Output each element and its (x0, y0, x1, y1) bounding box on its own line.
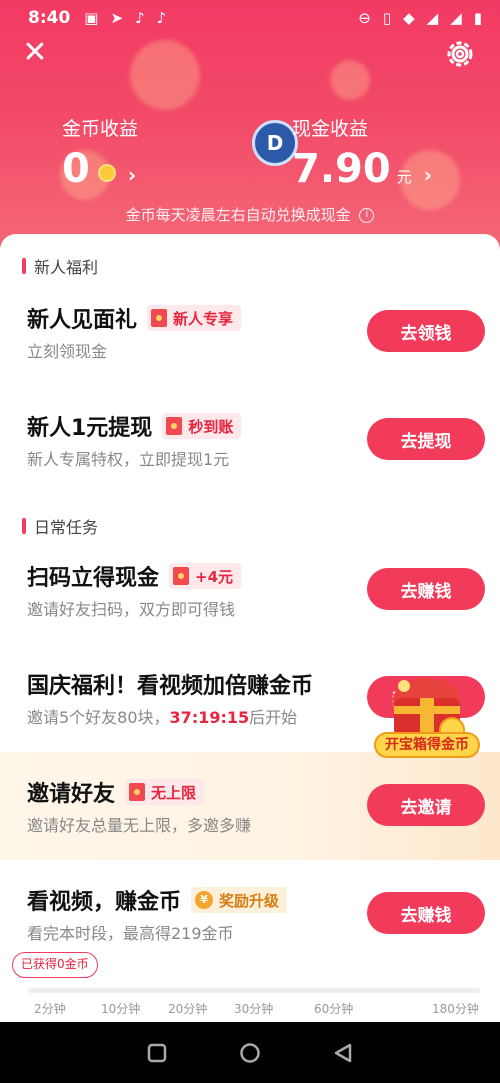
task-title-text: 看视频，赚金币 (27, 890, 182, 915)
task-subtitle: 邀请好友总量无上限，多邀多赚 (27, 816, 252, 835)
signal-icon: ◢ (450, 9, 462, 27)
list-item: 邀请好友 无上限 邀请好友总量无上限，多邀多赚 去邀请 (0, 776, 500, 876)
red-envelope-icon (166, 417, 183, 435)
navigation-icon: ➤ (110, 9, 124, 27)
section-title-daily: 日常任务 (22, 514, 98, 538)
section-title-text: 新人福利 (34, 258, 99, 277)
task-subtitle: 新人专属特权，立即提现1元 (27, 450, 230, 469)
video-progress: 已获得0金币 2分钟 10分钟 20分钟 30分钟 60分钟 180分钟 (0, 944, 500, 1022)
withdraw-button[interactable]: 去提现 (367, 418, 485, 460)
task-subtitle: 立刻领现金 (27, 342, 108, 361)
coin-earnings-value[interactable]: 0 › (62, 146, 136, 192)
task-subtitle-suffix: 后开始 (249, 708, 298, 727)
section-title-text: 日常任务 (34, 518, 99, 537)
list-item: 新人1元提现 秒到账 新人专属特权，立即提现1元 去提现 (0, 410, 500, 510)
chevron-right-icon: › (423, 163, 432, 187)
close-icon[interactable]: ✕ (18, 36, 52, 70)
task-title: 新人见面礼 新人专享 (27, 302, 242, 334)
task-tag: 新人专享 (147, 305, 242, 331)
earned-coins-bubble: 已获得0金币 (12, 952, 98, 978)
task-tag: 无上限 (125, 779, 205, 805)
invite-button[interactable]: 去邀请 (367, 784, 485, 826)
task-title-text: 国庆福利！看视频加倍赚金币 (27, 674, 314, 699)
section-title-newbie: 新人福利 (22, 254, 98, 278)
home-icon[interactable] (236, 1039, 264, 1067)
back-icon[interactable] (329, 1039, 357, 1067)
status-bar: 8:40 ▣ ➤ ♪ ♪ ⊖ ▯ ◆ ◢ ◢ ▮ (0, 0, 500, 36)
chevron-right-icon: › (127, 163, 137, 187)
tiktok-icon: ♪ (135, 9, 145, 27)
list-item: 新人见面礼 新人专享 立刻领现金 去领钱 (0, 302, 500, 402)
cash-earnings-number: 7.90 (292, 146, 391, 192)
progress-tick: 2分钟 (34, 1002, 66, 1016)
countdown-timer: 37:19:15 (169, 708, 250, 727)
task-title-text: 扫码立得现金 (27, 566, 160, 591)
progress-tick: 30分钟 (234, 1002, 274, 1016)
task-tag-text: 奖励升级 (219, 891, 280, 910)
battery-icon: ▮ (473, 9, 482, 27)
task-tag-text: 新人专享 (173, 309, 234, 328)
earnings-header: 8:40 ▣ ➤ ♪ ♪ ⊖ ▯ ◆ ◢ ◢ ▮ ✕ 金币收益 0 › D 现金… (0, 0, 500, 260)
cash-unit: 元 (396, 168, 412, 186)
vibrate-icon: ▯ (382, 9, 392, 27)
info-icon[interactable]: i (359, 208, 375, 223)
progress-track (28, 988, 480, 993)
red-envelope-icon (129, 783, 146, 801)
progress-tick: 10分钟 (101, 1002, 141, 1016)
yen-coin-icon: ¥ (195, 891, 214, 909)
coin-earnings-label: 金币收益 (62, 118, 139, 140)
task-tag-text: 秒到账 (188, 417, 234, 436)
section-marker (22, 518, 26, 534)
signal-icon: ◢ (426, 9, 439, 27)
task-subtitle: 邀请5个好友80块，37:19:15后开始 (27, 704, 297, 728)
task-tag: +4元 (169, 563, 242, 589)
task-title: 看视频，赚金币 ¥ 奖励升级 (27, 884, 288, 916)
progress-tick: 60分钟 (314, 1002, 354, 1016)
open-chest-label[interactable]: 开宝箱得金币 (374, 732, 480, 758)
exchange-hint-text: 金币每天凌晨左右自动兑换成现金 (125, 206, 351, 224)
task-title: 邀请好友 无上限 (27, 776, 205, 808)
status-time: 8:40 (28, 8, 71, 28)
task-tag-text: +4元 (195, 567, 234, 586)
system-navbar (0, 1022, 500, 1083)
status-right: ⊖ ▯ ◆ ◢ ◢ ▮ (358, 9, 482, 27)
task-tag: ¥ 奖励升级 (191, 887, 288, 913)
progress-tick: 20分钟 (168, 1002, 208, 1016)
dnd-icon: ⊖ (358, 9, 371, 27)
task-subtitle-prefix: 邀请5个好友80块， (27, 708, 170, 727)
cash-earnings-label: 现金收益 (292, 118, 369, 140)
battery-saver-icon: ▣ (84, 9, 99, 27)
task-title-text: 新人见面礼 (27, 308, 138, 333)
list-item: 扫码立得现金 +4元 邀请好友扫码，双方即可得钱 去赚钱 (0, 560, 500, 660)
task-tag-text: 无上限 (151, 783, 197, 802)
cash-earnings-value[interactable]: 7.90 元 › (292, 146, 432, 192)
task-title-text: 邀请好友 (27, 782, 116, 807)
task-title-text: 新人1元提现 (27, 416, 153, 441)
task-subtitle: 看完本时段，最高得219金币 (27, 924, 234, 943)
task-title: 新人1元提现 秒到账 (27, 410, 242, 442)
progress-tick: 180分钟 (432, 1002, 479, 1016)
section-marker (22, 258, 26, 274)
watch-video-button[interactable]: 去赚钱 (367, 892, 485, 934)
coin-earnings-number: 0 (62, 146, 90, 192)
task-title: 国庆福利！看视频加倍赚金币 (27, 668, 313, 700)
task-card: 新人福利 新人见面礼 新人专享 立刻领现金 去领钱 新人1元提现 秒到账 新人专… (0, 234, 500, 1022)
red-envelope-icon (151, 309, 168, 327)
task-tag: 秒到账 (162, 413, 242, 439)
gear-icon[interactable] (442, 36, 478, 72)
app-screen: 8:40 ▣ ➤ ♪ ♪ ⊖ ▯ ◆ ◢ ◢ ▮ ✕ 金币收益 0 › D 现金… (0, 0, 500, 1022)
collect-cash-button[interactable]: 去领钱 (367, 310, 485, 352)
coin-icon (97, 164, 116, 182)
exchange-hint: 金币每天凌晨左右自动兑换成现金 i (0, 204, 500, 225)
earn-money-button[interactable]: 去赚钱 (367, 568, 485, 610)
wifi-icon: ◆ (403, 9, 415, 27)
tiktok-icon: ♪ (156, 9, 167, 27)
task-title: 扫码立得现金 +4元 (27, 560, 242, 592)
red-envelope-icon (173, 567, 190, 585)
recents-icon[interactable] (143, 1039, 171, 1067)
task-subtitle: 邀请好友扫码，双方即可得钱 (27, 600, 236, 619)
